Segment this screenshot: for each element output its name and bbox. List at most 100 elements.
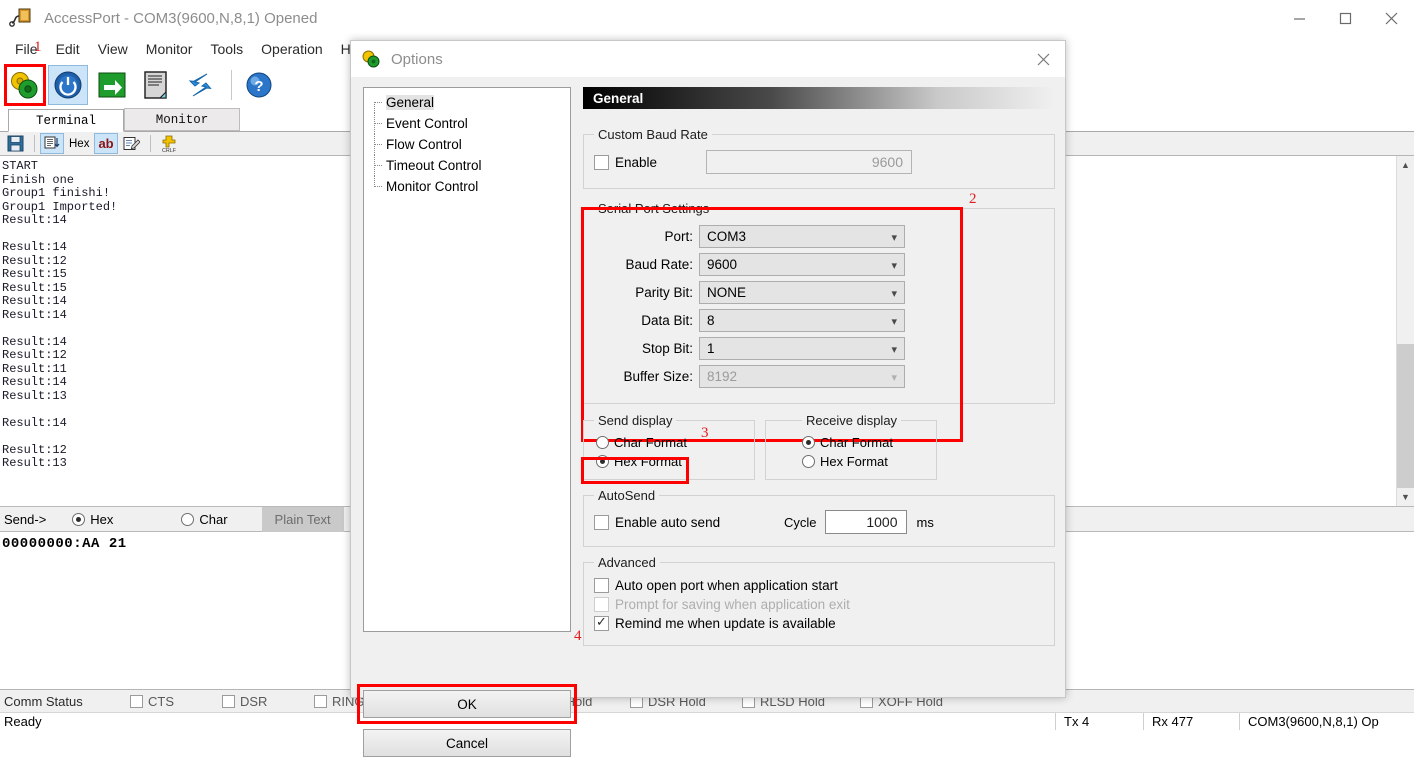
annotation-1: 1 <box>34 39 42 56</box>
scroll-track[interactable] <box>1397 174 1414 488</box>
data-bit-combobox[interactable]: 8 ▾ <box>699 309 905 332</box>
app-icon <box>8 5 34 31</box>
save-icon[interactable] <box>4 133 27 154</box>
tab-monitor[interactable]: Monitor <box>124 108 240 131</box>
scroll-down-arrow[interactable]: ▼ <box>1397 488 1414 506</box>
list-down-icon[interactable] <box>40 133 64 154</box>
parity-bit-combobox[interactable]: NONE ▾ <box>699 281 905 304</box>
send-char-radio[interactable]: Char <box>181 512 227 527</box>
dialog-title: Options <box>391 51 443 68</box>
send-hex-format-radio[interactable]: Hex Format <box>596 454 744 469</box>
buffer-size-combobox: 8192 ▾ <box>699 365 905 388</box>
prompt-save-label: Prompt for saving when application exit <box>615 597 850 612</box>
custom-baud-group: Custom Baud Rate Enable 9600 <box>583 127 1055 189</box>
status-dsr[interactable]: DSR <box>222 694 314 709</box>
stop-bit-value: 1 <box>707 341 715 356</box>
buffer-size-value: 8192 <box>707 369 737 384</box>
status-tx: Tx 4 <box>1055 713 1143 730</box>
toolbar2-separator-2 <box>150 135 151 152</box>
terminal-scrollbar[interactable]: ▲ ▼ <box>1396 156 1414 506</box>
cycle-label: Cycle <box>784 515 817 530</box>
autosend-enable-label: Enable auto send <box>615 515 720 530</box>
menu-edit[interactable]: Edit <box>47 39 89 59</box>
dialog-body: General Event Control Flow Control Timeo… <box>351 77 1065 697</box>
comm-status-label: Comm Status <box>0 694 130 709</box>
send-char-format-label: Char Format <box>614 435 687 450</box>
tree-item-general[interactable]: General <box>364 92 570 113</box>
plain-text-tab[interactable]: Plain Text <box>262 507 344 532</box>
dialog-close-icon[interactable] <box>1021 44 1065 74</box>
toolbar2-separator-1 <box>34 135 35 152</box>
tree-item-flow-control[interactable]: Flow Control <box>364 134 570 155</box>
send-char-label: Char <box>199 512 227 527</box>
custom-baud-value[interactable]: 9600 <box>706 150 912 174</box>
ab-toggle[interactable]: ab <box>94 133 117 154</box>
receive-hex-format-dot <box>802 455 815 468</box>
svg-text:CRLF: CRLF <box>162 148 177 153</box>
advanced-legend: Advanced <box>594 555 660 570</box>
maximize-button[interactable] <box>1322 2 1368 34</box>
data-bit-value: 8 <box>707 313 715 328</box>
tree-item-event-control[interactable]: Event Control <box>364 113 570 134</box>
ring-checkbox <box>314 695 327 708</box>
tree-label-flow-control: Flow Control <box>386 137 462 152</box>
send-hex-format-label: Hex Format <box>614 454 682 469</box>
tree-item-timeout-control[interactable]: Timeout Control <box>364 155 570 176</box>
send-hex-radio[interactable]: Hex <box>72 512 113 527</box>
baud-rate-label: Baud Rate: <box>594 257 693 272</box>
status-cts[interactable]: CTS <box>130 694 222 709</box>
receive-char-format-radio[interactable]: Char Format <box>802 435 926 450</box>
cycle-input[interactable]: 1000 <box>825 510 907 534</box>
scroll-thumb[interactable] <box>1397 344 1414 488</box>
crlf-icon[interactable]: CRLF <box>156 133 182 154</box>
receive-hex-format-label: Hex Format <box>820 454 888 469</box>
parity-bit-value: NONE <box>707 285 746 300</box>
options-tree: General Event Control Flow Control Timeo… <box>363 87 571 632</box>
tree-item-monitor-control[interactable]: Monitor Control <box>364 176 570 197</box>
scroll-up-arrow[interactable]: ▲ <box>1397 156 1414 174</box>
status-port: COM3(9600,N,8,1) Op <box>1239 713 1414 730</box>
edit-note-icon[interactable] <box>120 133 143 154</box>
send-char-radio-dot <box>181 513 194 526</box>
baud-rate-combobox[interactable]: 9600 ▾ <box>699 253 905 276</box>
close-button[interactable] <box>1368 2 1414 34</box>
send-hex-format-dot <box>596 455 609 468</box>
port-value: COM3 <box>707 229 746 244</box>
power-icon[interactable] <box>48 65 88 105</box>
minimize-button[interactable] <box>1276 2 1322 34</box>
document-icon[interactable] <box>136 65 176 105</box>
port-combobox[interactable]: COM3 ▾ <box>699 225 905 248</box>
cancel-button[interactable]: Cancel <box>363 729 571 757</box>
autosend-checkbox-box <box>594 515 609 530</box>
menu-tools[interactable]: Tools <box>201 39 252 59</box>
auto-open-port-checkbox[interactable]: Auto open port when application start <box>594 578 1044 593</box>
menu-view[interactable]: View <box>89 39 137 59</box>
send-char-format-radio[interactable]: Char Format <box>596 435 744 450</box>
prompt-save-checkbox-box <box>594 597 609 612</box>
help-question-icon[interactable]: ? <box>239 65 279 105</box>
options-gears-icon[interactable] <box>4 65 44 105</box>
custom-baud-enable-checkbox[interactable]: Enable <box>594 155 706 170</box>
receive-display-legend: Receive display <box>802 413 901 428</box>
custom-baud-legend: Custom Baud Rate <box>594 127 712 142</box>
remind-update-checkbox-box <box>594 616 609 631</box>
menu-monitor[interactable]: Monitor <box>137 39 202 59</box>
exchange-arrows-icon[interactable] <box>180 65 220 105</box>
serial-legend: Serial Port Settings <box>594 201 713 216</box>
receive-hex-format-radio[interactable]: Hex Format <box>802 454 926 469</box>
general-pane: General Custom Baud Rate Enable 9600 Ser… <box>583 87 1055 689</box>
green-arrow-icon[interactable] <box>92 65 132 105</box>
menu-operation[interactable]: Operation <box>252 39 331 59</box>
autosend-enable-checkbox[interactable]: Enable auto send <box>594 515 784 530</box>
stop-bit-combobox[interactable]: 1 ▾ <box>699 337 905 360</box>
dialog-title-bar: Options <box>351 41 1065 77</box>
hex-toggle[interactable]: Hex <box>66 133 92 154</box>
tab-terminal[interactable]: Terminal <box>8 109 124 132</box>
tree-label-event-control: Event Control <box>386 116 468 131</box>
tree-label-general: General <box>386 95 434 110</box>
annotation-4: 4 <box>574 628 582 645</box>
remind-update-checkbox[interactable]: Remind me when update is available <box>594 616 1044 631</box>
prompt-save-checkbox: Prompt for saving when application exit <box>594 597 1044 612</box>
ok-button[interactable]: OK <box>363 690 571 718</box>
parity-bit-label: Parity Bit: <box>594 285 693 300</box>
